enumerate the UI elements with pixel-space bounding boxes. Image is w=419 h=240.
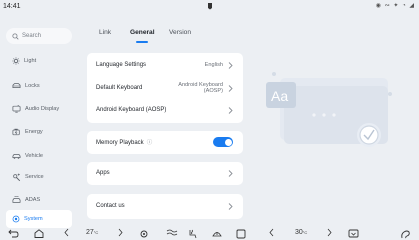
sidebar-item-label: Light bbox=[24, 58, 37, 64]
search-input[interactable]: Search bbox=[6, 28, 72, 44]
system-icon bbox=[12, 215, 20, 223]
left-temp-down-button[interactable] bbox=[64, 228, 69, 237]
square-icon bbox=[236, 229, 246, 239]
memory-playback-toggle[interactable] bbox=[213, 137, 233, 147]
gear-icon bbox=[140, 230, 148, 238]
tab-general[interactable]: General bbox=[130, 29, 155, 36]
vehicle-icon bbox=[12, 154, 21, 159]
sun-icon bbox=[12, 57, 20, 65]
right-temperature: 30°C bbox=[295, 229, 308, 236]
recent-apps-button[interactable] bbox=[236, 229, 246, 239]
screen-icon bbox=[348, 229, 359, 238]
sidebar-item-label: Locks bbox=[25, 83, 40, 89]
memory-playback-row: Memory Playback ⓘ bbox=[87, 131, 243, 153]
left-temp-up-button[interactable] bbox=[118, 228, 123, 237]
sidebar-item-vehicle[interactable]: Vehicle bbox=[6, 147, 72, 165]
active-tab-indicator bbox=[136, 41, 148, 43]
default-keyboard-label: Default Keyboard bbox=[96, 85, 143, 91]
defrost-icon bbox=[212, 232, 222, 237]
defrost-button[interactable] bbox=[212, 229, 222, 238]
car-lock-icon bbox=[12, 83, 21, 88]
fan-icon bbox=[166, 229, 178, 236]
chevron-right-icon bbox=[118, 228, 123, 237]
sidebar-item-system[interactable]: System bbox=[6, 210, 72, 228]
notification-icon bbox=[208, 3, 212, 10]
android-keyboard-aosp-row[interactable]: Android Keyboard (AOSP) bbox=[87, 99, 243, 121]
climate-settings-button[interactable] bbox=[139, 229, 149, 239]
default-keyboard-value: Android Keyboard (AOSP) bbox=[178, 82, 223, 94]
back-icon bbox=[8, 229, 19, 238]
sidebar-item-service[interactable]: Service bbox=[6, 168, 72, 186]
clock: 14:41 bbox=[3, 3, 21, 10]
fan-button[interactable] bbox=[166, 229, 178, 238]
sidebar-item-label: ADAS bbox=[25, 197, 41, 203]
android-keyboard-aosp-label: Android Keyboard (AOSP) bbox=[96, 107, 167, 113]
sidebar-item-light[interactable]: Light bbox=[6, 52, 72, 70]
right-temp-up-button[interactable] bbox=[327, 228, 332, 237]
keyboard-settings-card: Language Settings English Default Keyboa… bbox=[87, 53, 243, 123]
voice-button[interactable] bbox=[400, 229, 411, 239]
chevron-left-icon bbox=[269, 228, 274, 237]
apps-row[interactable]: Apps bbox=[87, 162, 243, 184]
contact-us-row[interactable]: Contact us bbox=[87, 195, 243, 217]
sidebar: Search Light Locks Audio Display Energy … bbox=[0, 14, 75, 228]
sidebar-item-label: Audio Display bbox=[25, 106, 60, 112]
service-icon bbox=[13, 173, 21, 181]
screen-button[interactable] bbox=[348, 229, 359, 238]
language-value: English bbox=[204, 62, 223, 68]
chevron-right-icon bbox=[228, 169, 233, 177]
default-keyboard-row[interactable]: Default Keyboard Android Keyboard (AOSP) bbox=[87, 77, 243, 99]
status-icons: ◉ ∾ ✦ ◔ ◢ bbox=[375, 3, 415, 9]
search-placeholder: Search bbox=[22, 33, 42, 39]
status-bar: 14:41 ◉ ∾ ✦ ◔ ◢ bbox=[0, 0, 419, 14]
sidebar-item-label: System bbox=[24, 216, 43, 222]
seat-heat-icon bbox=[189, 229, 197, 239]
info-icon[interactable]: ⓘ bbox=[147, 140, 153, 146]
keyboard-value-line2: (AOSP) bbox=[203, 88, 223, 94]
sidebar-item-label: Energy bbox=[25, 129, 43, 135]
display-icon bbox=[12, 105, 21, 113]
back-button[interactable] bbox=[8, 229, 19, 238]
sidebar-item-audio-display[interactable]: Audio Display bbox=[6, 100, 72, 118]
memory-playback-label: Memory Playback ⓘ bbox=[96, 140, 153, 146]
home-icon bbox=[34, 229, 44, 238]
sidebar-item-locks[interactable]: Locks bbox=[6, 77, 72, 95]
language-settings-label: Language Settings bbox=[96, 62, 147, 68]
adas-icon bbox=[12, 196, 21, 203]
tab-link[interactable]: Link bbox=[99, 29, 111, 36]
contact-us-label: Contact us bbox=[96, 203, 125, 209]
aa-glyph: Aa bbox=[271, 88, 288, 104]
chevron-right-icon bbox=[228, 84, 233, 92]
left-temperature: 27°C bbox=[86, 229, 99, 236]
chevron-right-icon bbox=[228, 202, 233, 210]
right-temp-down-button[interactable] bbox=[269, 228, 274, 237]
chevron-left-icon bbox=[64, 228, 69, 237]
language-illustration: Aa bbox=[266, 72, 392, 147]
sidebar-item-label: Vehicle bbox=[25, 153, 44, 159]
language-settings-row[interactable]: Language Settings English bbox=[87, 54, 243, 76]
sidebar-item-adas[interactable]: ADAS bbox=[6, 191, 72, 209]
toggle-knob bbox=[224, 138, 232, 146]
contact-card: Contact us bbox=[87, 194, 243, 219]
search-icon bbox=[12, 32, 19, 40]
chevron-right-icon bbox=[228, 106, 233, 114]
memory-playback-card: Memory Playback ⓘ bbox=[87, 131, 243, 154]
apps-card: Apps bbox=[87, 162, 243, 185]
home-button[interactable] bbox=[34, 229, 44, 238]
bottom-dock: 27°C 30°C bbox=[0, 228, 419, 240]
sidebar-item-energy[interactable]: Energy bbox=[6, 123, 72, 141]
voice-icon bbox=[401, 230, 410, 239]
apps-label: Apps bbox=[96, 170, 110, 176]
sidebar-item-label: Service bbox=[25, 174, 44, 180]
chevron-right-icon bbox=[228, 61, 233, 69]
chevron-right-icon bbox=[327, 228, 332, 237]
energy-icon bbox=[12, 128, 20, 136]
tab-version[interactable]: Version bbox=[169, 29, 191, 36]
seat-heat-button[interactable] bbox=[188, 229, 198, 239]
